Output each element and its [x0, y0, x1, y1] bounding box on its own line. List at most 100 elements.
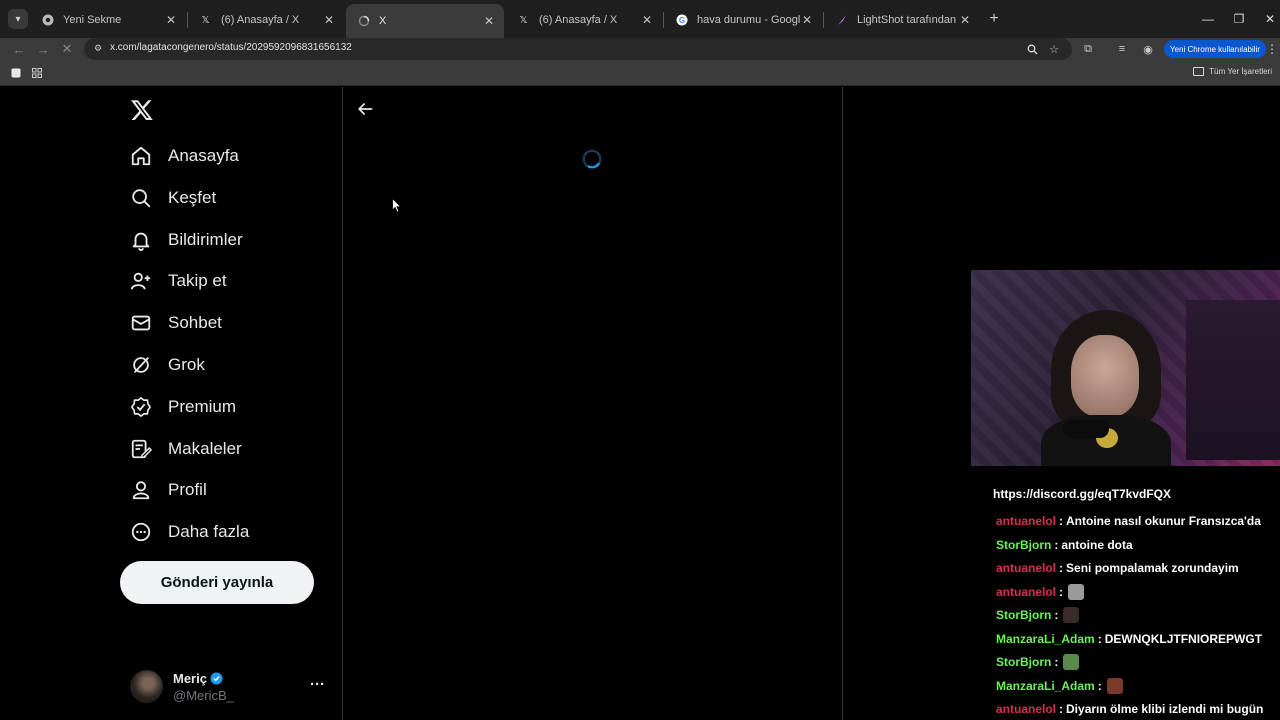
apps-grid-icon[interactable]: [31, 67, 43, 79]
chat-separator: :: [1059, 514, 1064, 528]
close-window-icon[interactable]: ✕: [1260, 9, 1280, 29]
tab-title: LightShot tarafından Ekran Görü: [857, 14, 958, 26]
nav-chat[interactable]: Sohbet: [130, 309, 222, 337]
home-icon: [130, 145, 152, 167]
chrome-menu-icon[interactable]: ⋮: [1266, 40, 1278, 58]
chat-separator: :: [1097, 678, 1102, 693]
tab-title: (6) Anasayfa / X: [221, 14, 300, 26]
nav-label: Anasayfa: [168, 146, 239, 165]
close-icon[interactable]: ✕: [640, 13, 654, 27]
nav-profile[interactable]: Profil: [130, 476, 207, 504]
media-icon[interactable]: ≡: [1114, 41, 1130, 57]
tab-title: hava durumu - Google'da Ara: [697, 14, 800, 26]
site-info-icon[interactable]: ⚙: [92, 42, 104, 54]
account-more-icon[interactable]: ···: [310, 676, 325, 693]
minimize-icon[interactable]: —: [1198, 9, 1218, 29]
chat-separator: :: [1054, 608, 1059, 622]
browser-tab[interactable]: LightShot tarafından Ekran Görü ✕: [824, 6, 980, 34]
chat-username: antuanelol: [996, 584, 1057, 599]
close-icon[interactable]: ✕: [164, 13, 178, 27]
nav-notifications[interactable]: Bildirimler: [130, 226, 243, 254]
chat-username: antuanelol: [996, 702, 1057, 716]
browser-tab[interactable]: G hava durumu - Google'da Ara ✕: [664, 6, 822, 34]
column-divider: [842, 87, 843, 720]
close-icon[interactable]: ✕: [322, 13, 336, 27]
tab-title: Yeni Sekme: [63, 14, 122, 26]
forward-icon[interactable]: →: [34, 40, 52, 58]
all-bookmarks-button[interactable]: Tüm Yer İşaretleri: [1193, 67, 1272, 76]
red-emote-icon: [1106, 677, 1123, 694]
restore-icon[interactable]: ❐: [1229, 9, 1249, 29]
close-icon[interactable]: ✕: [958, 13, 972, 27]
chat-text: DEWNQKLJTFNIOREPWGT: [1104, 631, 1263, 646]
chat-message: ManzaraLi_Adam:: [996, 677, 1123, 694]
new-tab-button[interactable]: +: [985, 10, 1003, 28]
chat-separator: :: [1054, 655, 1059, 669]
loading-icon: [357, 15, 370, 28]
url-text[interactable]: x.com/lagatacongenero/status/20295920968…: [110, 42, 352, 53]
nav-grok[interactable]: Grok: [130, 351, 205, 379]
close-icon[interactable]: ✕: [800, 13, 814, 27]
chat-separator: :: [1059, 702, 1064, 716]
chat-username: ManzaraLi_Adam: [996, 631, 1095, 646]
tab-title: X: [379, 15, 387, 27]
nav-home[interactable]: Anasayfa: [130, 142, 239, 170]
tab-title: (6) Anasayfa / X: [539, 14, 618, 26]
more-circle-icon: [130, 521, 152, 543]
mail-icon: [130, 312, 152, 334]
nav-label: Grok: [168, 355, 205, 374]
chat-separator: :: [1097, 631, 1102, 646]
back-icon[interactable]: ←: [10, 40, 28, 58]
chat-message: StorBjorn:: [996, 654, 1080, 670]
articles-icon: [130, 438, 153, 460]
zoom-icon[interactable]: [1024, 41, 1040, 57]
x-logo-icon[interactable]: [130, 98, 154, 122]
stop-loading-icon[interactable]: ✕: [58, 40, 76, 58]
discord-link: https://discord.gg/eqT7kvdFQX: [993, 487, 1172, 501]
streamer-face: [1071, 335, 1139, 417]
screen: ▾ Yeni Sekme ✕ 𝕏 (6) Anasayfa / X ✕ X ✕ …: [0, 0, 1280, 720]
nav-more[interactable]: Daha fazla: [130, 518, 249, 546]
browser-tab[interactable]: Yeni Sekme ✕: [30, 6, 186, 34]
chat-username: StorBjorn: [996, 608, 1052, 622]
back-arrow-icon[interactable]: [355, 99, 375, 119]
nav-label: Daha fazla: [168, 522, 250, 541]
avatar: [130, 670, 163, 703]
browser-tab[interactable]: 𝕏 (6) Anasayfa / X ✕: [506, 6, 662, 34]
chrome-update-button[interactable]: Yeni Chrome kullanılabilir: [1164, 40, 1266, 58]
lightshot-icon: [835, 14, 848, 27]
svg-text:G: G: [678, 16, 684, 25]
mouse-cursor-icon: [392, 198, 402, 213]
search-icon: [130, 187, 152, 209]
tab-search-button[interactable]: ▾: [8, 9, 28, 29]
nav-label: Keşfet: [168, 188, 217, 207]
streamer: [1041, 310, 1171, 466]
close-icon[interactable]: ✕: [482, 14, 496, 28]
extensions-icon[interactable]: ⧉: [1080, 41, 1096, 57]
dark-emote-icon: [1063, 607, 1080, 623]
browser-tab[interactable]: 𝕏 (6) Anasayfa / X ✕: [188, 6, 344, 34]
post-button[interactable]: Gönderi yayınla: [120, 561, 314, 604]
address-bar[interactable]: ⚙ x.com/lagatacongenero/status/202959209…: [84, 38, 1072, 60]
nav-articles[interactable]: Makaleler: [130, 435, 242, 463]
nav-follow[interactable]: Takip et: [130, 267, 227, 295]
bookmarks-bar: Tüm Yer İşaretleri: [0, 60, 1280, 86]
profile-icon[interactable]: ◉: [1140, 41, 1156, 57]
chat-message: antuanelol:: [996, 583, 1085, 600]
nav-explore[interactable]: Keşfet: [130, 184, 216, 212]
bookmark-app-icon[interactable]: [10, 67, 22, 79]
loading-spinner-icon: [582, 149, 602, 169]
chat-message: antuanelol: Diyarın ölme klibi izlendi mi…: [996, 701, 1263, 717]
star-icon[interactable]: ☆: [1046, 41, 1062, 57]
x-icon: 𝕏: [201, 14, 210, 26]
chat-message: antuanelol: Antoine nasıl okunur Fransızc…: [996, 513, 1261, 529]
account-switcher[interactable]: Meriç @MericB_ ···: [130, 670, 330, 706]
chat-text: Antoine nasıl okunur Fransızca'da: [1066, 514, 1261, 528]
nav-premium[interactable]: Premium: [130, 393, 236, 421]
chat-separator: :: [1059, 561, 1064, 575]
browser-tab-active[interactable]: X ✕: [346, 4, 504, 38]
chat-text: Seni pompalamak zorundayim: [1066, 561, 1239, 575]
nav-label: Takip et: [168, 271, 227, 290]
google-icon: G: [675, 14, 688, 27]
microphone: [1063, 420, 1109, 438]
